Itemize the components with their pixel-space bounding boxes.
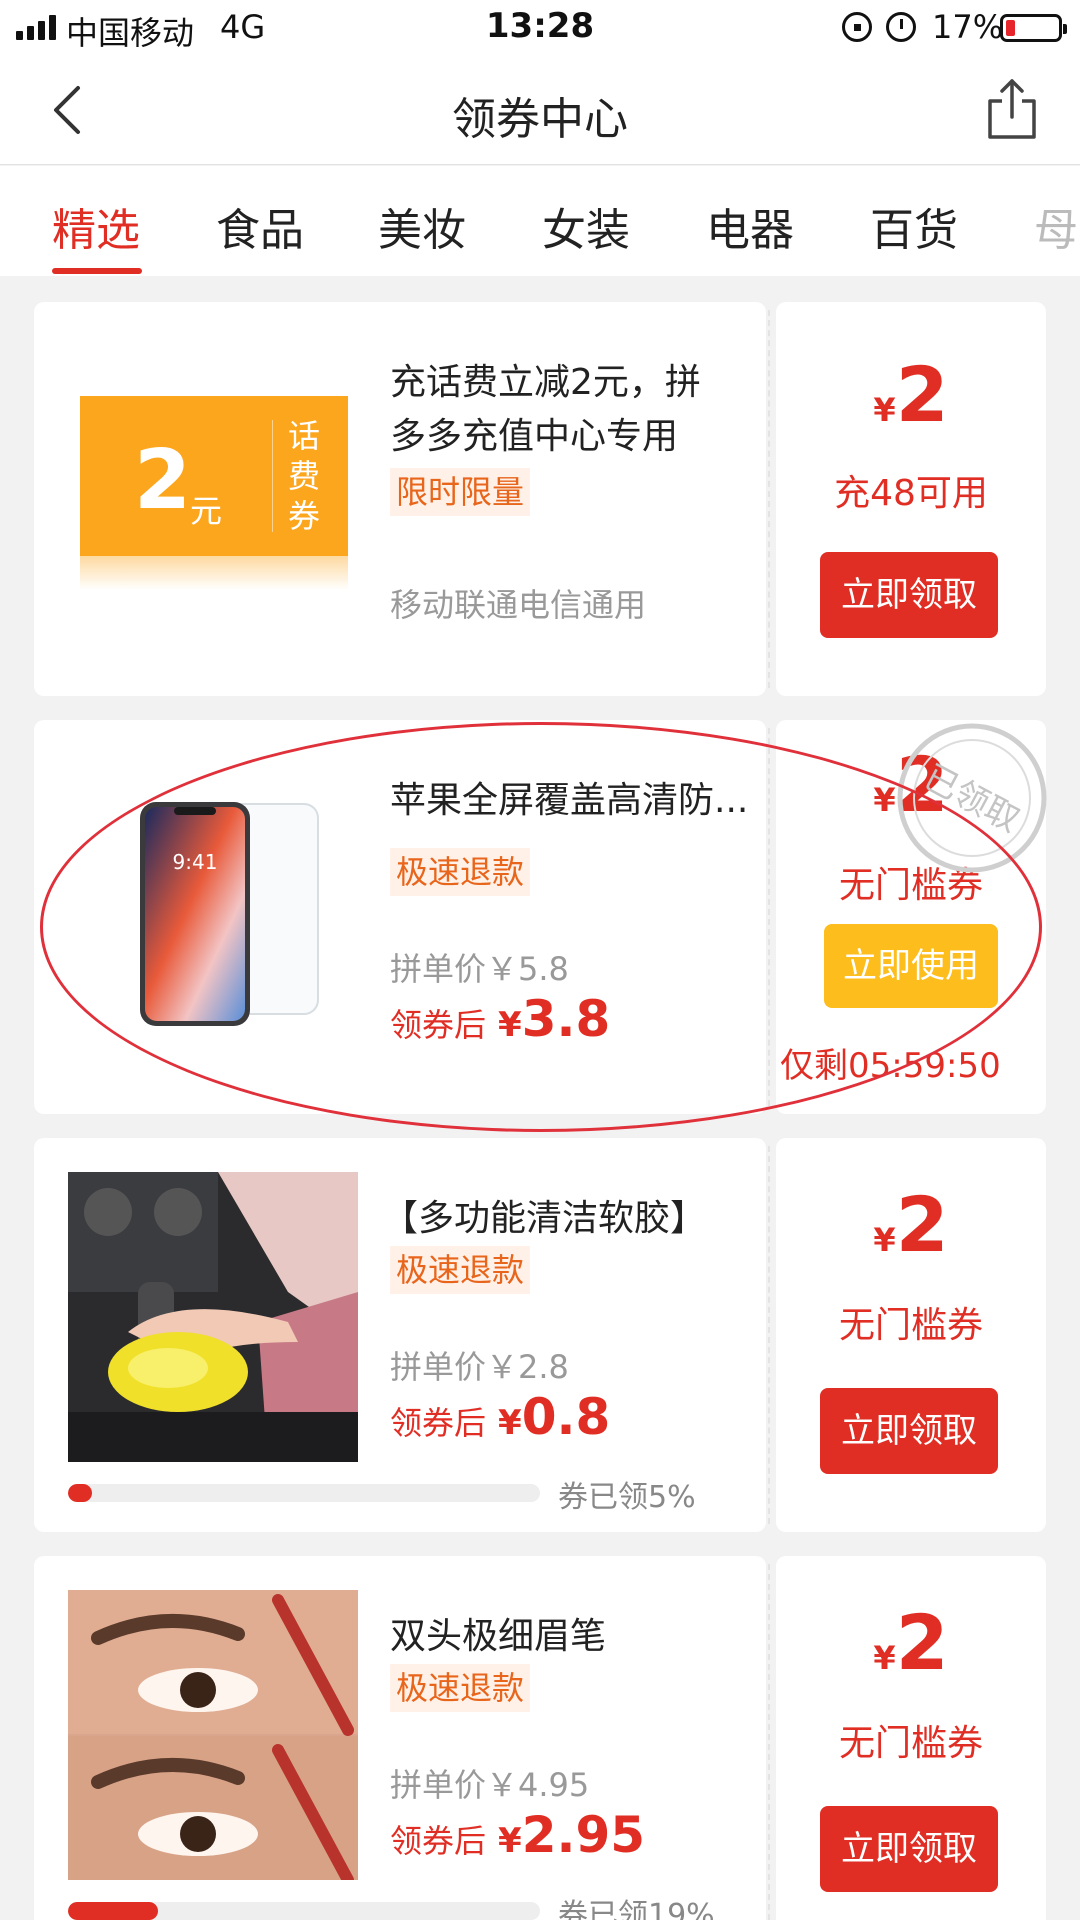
tab-mother-baby[interactable]: 母: [1034, 194, 1078, 258]
fast-refund-tag: 极速退款: [390, 848, 531, 896]
coupon-side-phone-credit: ¥2 充48可用 立即领取: [776, 302, 1046, 696]
active-tab-indicator: [52, 268, 142, 274]
coupon-amount: ¥2: [873, 1598, 949, 1687]
fast-refund-tag: 极速退款: [390, 1664, 531, 1712]
tab-womenswear[interactable]: 女装: [542, 194, 630, 258]
group-price: 拼单价￥2.8: [390, 1348, 569, 1386]
after-coupon-price: 领券后 ¥0.8: [390, 1388, 611, 1446]
coupon-card-phone-credit[interactable]: 2 元 话费券 充话费立减2元，拼 多多充值中心专用 限时限量 移动联通电信通用: [34, 302, 766, 696]
phone-credit-ticket: 2 元 话费券: [80, 396, 348, 590]
status-time: 13:28: [485, 6, 595, 46]
tab-general-goods[interactable]: 百货: [870, 194, 958, 258]
status-bar: 中国移动 4G 13:28 17%: [0, 0, 1080, 55]
claim-progress-label: 券已领19%: [558, 1898, 715, 1920]
coupon-condition: 无门槛券: [838, 1723, 983, 1764]
coupon-amount: ¥2: [873, 350, 949, 439]
claim-button[interactable]: 立即领取: [820, 1806, 998, 1892]
product-title: 【多功能清洁软胶】: [382, 1198, 707, 1239]
coupon-condition: 无门槛券: [838, 865, 983, 906]
claim-progress-fill: [68, 1902, 158, 1920]
ticket-unit: 元: [190, 492, 223, 530]
coupon-card-eyebrow-pencil[interactable]: 双头极细眉笔 极速退款 拼单价￥4.95 领券后 ¥2.95 券已领19%: [34, 1556, 766, 1920]
ticket-value: 2: [134, 433, 192, 528]
group-price: 拼单价￥5.8: [390, 950, 569, 988]
after-coupon-price: 领券后 ¥3.8: [390, 990, 611, 1048]
coupon-amount: ¥2: [873, 1180, 949, 1269]
battery-icon: [1000, 14, 1067, 42]
tab-food[interactable]: 食品: [216, 194, 304, 258]
coupon-card-cleaning-gel[interactable]: 【多功能清洁软胶】 极速退款 拼单价￥2.8 领券后 ¥0.8 券已领5%: [34, 1138, 766, 1532]
category-tabs: 精选 食品 美妆 女装 电器 百货 母: [0, 166, 1080, 276]
battery-fill: [1006, 20, 1015, 36]
fast-refund-tag: 极速退款: [390, 1246, 531, 1294]
ticket-label: 话费券: [287, 417, 320, 535]
claim-button[interactable]: 立即领取: [820, 1388, 998, 1474]
product-title: 双头极细眉笔: [390, 1616, 607, 1657]
use-now-button[interactable]: 立即使用: [824, 924, 998, 1008]
nav-bar: 领券中心: [0, 55, 1080, 165]
after-coupon-price: 领券后 ¥2.95: [390, 1806, 646, 1864]
countdown-timer: 仅剩05:59:50: [780, 1046, 1001, 1086]
coupon-side-screen-protector: ¥2 无门槛券 立即使用 仅剩05:59:50: [776, 720, 1046, 1114]
coupon-condition: 充48可用: [834, 473, 988, 514]
claim-progress-bar: [68, 1902, 540, 1920]
tab-featured[interactable]: 精选: [52, 194, 140, 258]
coupon-amount: ¥2: [873, 740, 949, 829]
rotation-lock-icon: [842, 12, 872, 42]
coupon-title-line1: 充话费立减2元，拼: [390, 362, 701, 403]
claim-progress-fill: [68, 1484, 92, 1502]
coupon-side-eyebrow-pencil: ¥2 无门槛券 立即领取: [776, 1556, 1046, 1920]
tab-appliances[interactable]: 电器: [706, 194, 794, 258]
product-title: 苹果全屏覆盖高清防...: [390, 780, 749, 821]
iphone-screen-protector-image: 9:41: [68, 774, 358, 1064]
share-icon[interactable]: [984, 77, 1040, 141]
limited-tag: 限时限量: [390, 468, 531, 516]
cleaning-gel-image: [68, 1172, 358, 1462]
tab-beauty[interactable]: 美妆: [378, 194, 466, 258]
alarm-icon: [886, 12, 916, 42]
page-title: 领券中心: [452, 94, 628, 145]
claim-progress-label: 券已领5%: [558, 1480, 696, 1515]
claim-button[interactable]: 立即领取: [820, 552, 998, 638]
coupon-condition: 无门槛券: [838, 1305, 983, 1346]
coupon-side-cleaning-gel: ¥2 无门槛券 立即领取: [776, 1138, 1046, 1532]
coupon-card-screen-protector[interactable]: 9:41 苹果全屏覆盖高清防... 极速退款 拼单价￥5.8 领券后 ¥3.8: [34, 720, 766, 1114]
coupon-title-line2: 多多充值中心专用: [390, 416, 679, 457]
group-price: 拼单价￥4.95: [390, 1766, 590, 1804]
claim-progress-bar: [68, 1484, 540, 1502]
battery-percent: 17%: [932, 8, 1004, 46]
eyebrow-pencil-image: [68, 1590, 358, 1880]
svg-text:9:41: 9:41: [173, 850, 218, 874]
coupon-note: 移动联通电信通用: [390, 586, 647, 624]
